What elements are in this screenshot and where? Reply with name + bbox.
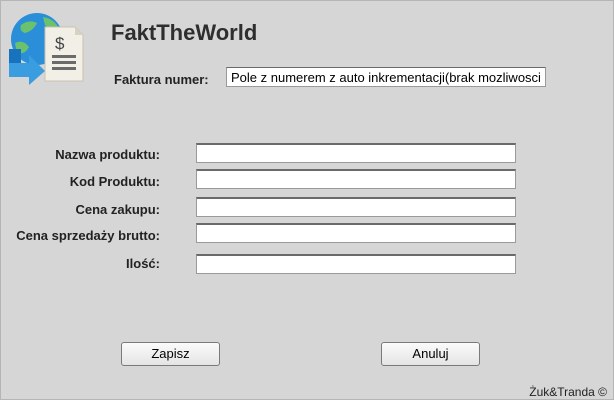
product-code-label: Kod Produktu:	[69, 174, 160, 189]
invoice-number-field: Pole z numerem z auto inkrementacji(brak…	[226, 67, 546, 87]
invoice-logo-icon: $	[9, 13, 84, 85]
quantity-input[interactable]	[196, 254, 516, 274]
app-window: $ FaktTheWorld Faktura numer: Pole z num…	[0, 0, 614, 400]
quantity-label: Ilość:	[126, 256, 160, 271]
product-name-label: Nazwa produktu:	[55, 147, 160, 162]
invoice-number-label: Faktura numer:	[114, 72, 209, 87]
save-button[interactable]: Zapisz	[121, 342, 220, 366]
app-title: FaktTheWorld	[111, 20, 258, 45]
gross-sale-price-label: Cena sprzedaży brutto:	[16, 228, 160, 243]
product-name-input[interactable]	[196, 143, 516, 163]
product-code-input[interactable]	[196, 169, 516, 189]
gross-sale-price-input[interactable]	[196, 223, 516, 243]
copyright-footer: Żuk&Tranda ©	[529, 385, 607, 399]
purchase-price-label: Cena zakupu:	[75, 202, 160, 217]
cancel-button[interactable]: Anuluj	[381, 342, 480, 366]
svg-text:$: $	[55, 34, 65, 53]
purchase-price-input[interactable]	[196, 197, 516, 217]
